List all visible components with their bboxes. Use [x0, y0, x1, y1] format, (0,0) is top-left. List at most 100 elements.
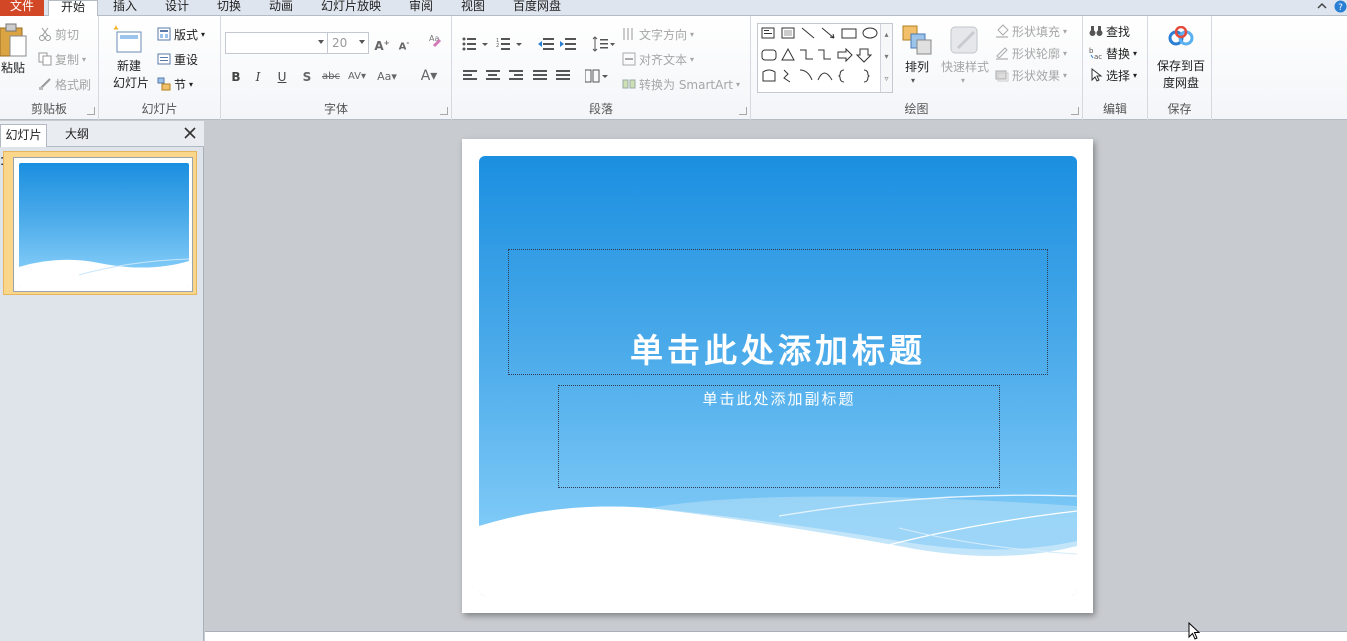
format-painter-button[interactable]: 格式刷: [38, 74, 91, 94]
shape-effects-button[interactable]: 形状效果 ▾: [995, 65, 1067, 85]
slides-group: 新建 幻灯片 版式 ▾ 重设 节 ▾ 幻灯片: [99, 16, 221, 120]
drawing-group: ▴ ▾ ▿ 排列 ▾ 快速样式 ▾ 形状填充 ▾ 形状轮廓 ▾ 形状效果 ▾ 绘图: [751, 16, 1083, 120]
strikethrough-icon[interactable]: abc: [319, 67, 343, 87]
new-slide-label-2[interactable]: 幻灯片: [105, 75, 157, 92]
tab-animations[interactable]: 动画: [269, 0, 293, 16]
help-icon[interactable]: ?: [1334, 0, 1347, 16]
tab-slideshow[interactable]: 幻灯片放映: [321, 0, 381, 16]
font-size-combo[interactable]: 20: [327, 32, 369, 54]
arrange-icon[interactable]: [901, 24, 933, 56]
replace-button[interactable]: b ac 替换 ▾: [1089, 43, 1137, 63]
save-to-baidu-label-1[interactable]: 保存到百: [1150, 58, 1212, 75]
underline-icon[interactable]: U: [272, 67, 292, 87]
columns-icon[interactable]: [584, 69, 611, 83]
editing-group: 查找 b ac 替换 ▾ 选择 ▾ 编辑: [1083, 16, 1148, 120]
drawing-dialog-launcher[interactable]: [1071, 107, 1079, 115]
decrease-indent-icon[interactable]: [538, 37, 554, 51]
increase-indent-icon[interactable]: [560, 37, 576, 51]
paste-button[interactable]: 粘贴: [0, 60, 26, 77]
save-to-baidu-label-2[interactable]: 度网盘: [1150, 75, 1212, 92]
align-text-button[interactable]: 对齐文本 ▾: [622, 49, 694, 69]
font-name-combo[interactable]: [225, 32, 328, 54]
numbering-icon[interactable]: 12: [496, 37, 526, 51]
arrange-button[interactable]: 排列: [897, 59, 937, 76]
change-case-icon[interactable]: Aa▾: [373, 67, 401, 87]
minimize-ribbon-icon[interactable]: [1316, 0, 1328, 16]
title-placeholder[interactable]: 单击此处添加标题: [508, 249, 1048, 375]
find-button[interactable]: 查找: [1089, 21, 1130, 41]
align-center-icon[interactable]: [486, 70, 500, 82]
new-slide-icon[interactable]: [113, 24, 143, 56]
shape-outline-button[interactable]: 形状轮廓 ▾: [995, 43, 1067, 63]
justify-icon[interactable]: [533, 70, 547, 82]
distributed-icon[interactable]: [556, 70, 570, 82]
tab-slides[interactable]: 幻灯片: [0, 124, 47, 147]
font-color-icon[interactable]: A▾: [417, 66, 441, 86]
copy-icon: [38, 52, 52, 66]
new-slide-label-1[interactable]: 新建: [109, 58, 149, 75]
font-group-label: 字体: [323, 102, 348, 116]
text-shadow-icon[interactable]: S: [297, 67, 317, 87]
italic-icon[interactable]: I: [248, 67, 268, 87]
close-pane-icon[interactable]: [183, 126, 197, 140]
cut-label: 剪切: [55, 27, 80, 42]
svg-text:ac: ac: [1094, 53, 1102, 60]
reset-label: 重设: [174, 52, 199, 67]
slide-thumbnail[interactable]: [13, 157, 193, 292]
mouse-cursor-icon: [1188, 621, 1202, 641]
tab-view[interactable]: 视图: [461, 0, 485, 16]
cut-button[interactable]: 剪切: [38, 24, 79, 44]
tab-outline[interactable]: 大纲: [53, 124, 101, 147]
bold-icon[interactable]: B: [226, 67, 246, 87]
baidu-cloud-icon[interactable]: [1168, 25, 1194, 48]
subtitle-placeholder[interactable]: 单击此处添加副标题: [558, 385, 1000, 488]
quick-styles-dropdown-icon[interactable]: ▾: [961, 76, 965, 85]
grow-font-icon[interactable]: A+: [372, 33, 392, 53]
tab-home[interactable]: 开始: [48, 0, 98, 17]
font-dialog-launcher[interactable]: [440, 107, 448, 115]
quick-styles-button[interactable]: 快速样式: [937, 59, 993, 76]
tab-file[interactable]: 文件: [0, 0, 44, 16]
clipboard-group-label: 剪贴板: [30, 102, 67, 116]
gallery-scroll-icon[interactable]: ▴ ▾ ▿: [880, 24, 892, 92]
char-spacing-icon[interactable]: AV▾: [344, 67, 370, 87]
cursor-arrow-icon: [1089, 67, 1103, 82]
format-painter-label: 格式刷: [55, 77, 92, 92]
slide-thumbnail-selection[interactable]: [3, 151, 197, 295]
tab-transitions[interactable]: 切换: [217, 0, 241, 16]
convert-smartart-button[interactable]: 转换为 SmartArt ▾: [622, 74, 740, 94]
tab-baidu[interactable]: 百度网盘: [513, 0, 561, 16]
layout-button[interactable]: 版式 ▾: [157, 24, 205, 44]
tab-review[interactable]: 审阅: [409, 0, 433, 16]
clipboard-dialog-launcher[interactable]: [87, 107, 95, 115]
clear-format-icon[interactable]: Aa: [426, 32, 446, 52]
arrange-dropdown-icon[interactable]: ▾: [911, 76, 915, 85]
shrink-font-icon[interactable]: A-: [394, 33, 414, 53]
shapes-gallery[interactable]: ▴ ▾ ▿: [757, 23, 893, 93]
editing-group-label: 编辑: [1102, 102, 1127, 116]
drawing-group-label: 绘图: [904, 102, 929, 116]
paste-icon[interactable]: [0, 22, 28, 58]
align-left-icon[interactable]: [463, 70, 477, 82]
replace-label: 替换: [1106, 46, 1131, 61]
replace-icon: b ac: [1089, 46, 1103, 61]
copy-button[interactable]: 复制 ▾: [38, 49, 86, 69]
tab-design[interactable]: 设计: [165, 0, 189, 16]
slide[interactable]: 单击此处添加标题 单击此处添加副标题: [462, 139, 1093, 613]
bullets-icon[interactable]: [462, 37, 492, 51]
text-direction-button[interactable]: 文字方向 ▾: [622, 24, 694, 44]
shape-fill-button[interactable]: 形状填充 ▾: [995, 21, 1067, 41]
paragraph-dialog-launcher[interactable]: [739, 107, 747, 115]
svg-text:2: 2: [496, 43, 499, 49]
shape-fill-label: 形状填充: [1012, 24, 1061, 39]
clipboard-group: 粘贴 剪切 复制 ▾ 格式刷 剪贴板: [0, 16, 99, 120]
tab-insert[interactable]: 插入: [113, 0, 137, 16]
section-button[interactable]: 节 ▾: [157, 74, 193, 94]
align-right-icon[interactable]: [509, 70, 523, 82]
select-button[interactable]: 选择 ▾: [1089, 65, 1137, 85]
line-spacing-icon[interactable]: [592, 36, 616, 52]
paragraph-group-label: 段落: [588, 102, 613, 116]
quick-styles-icon[interactable]: [948, 24, 980, 56]
reset-button[interactable]: 重设: [157, 49, 198, 69]
notes-pane[interactable]: [205, 631, 1347, 641]
